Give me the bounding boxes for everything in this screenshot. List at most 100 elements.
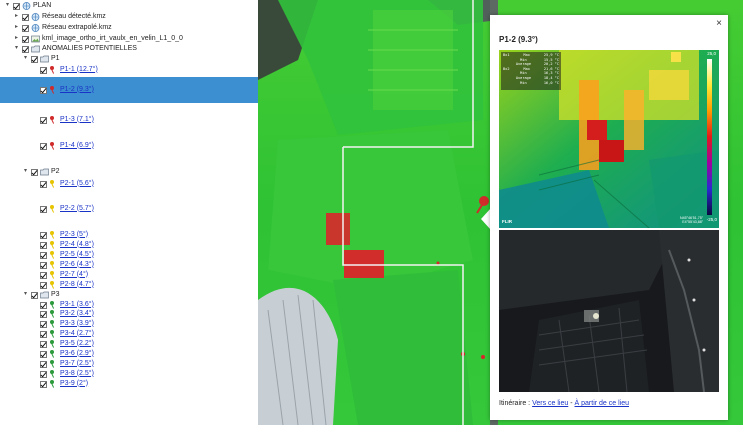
tree-folder-anomalies[interactable]: ▾ ANOMALIES POTENTIELLES <box>0 44 258 54</box>
tree-anomaly-p2-6[interactable]: P2-6 (4.3°) <box>0 260 258 270</box>
tree-anomaly-p2-8[interactable]: P2-8 (4.7°) <box>0 280 258 290</box>
anomaly-popup: × P1-2 (9.3°) Bx1 Max 25,9 °C Min 15,5 °… <box>490 15 728 420</box>
anomaly-link[interactable]: P2-4 (4.8°) <box>60 241 94 248</box>
tree-anomaly-p3-4[interactable]: P3-4 (2.7°) <box>0 329 258 339</box>
visibility-checkbox[interactable] <box>40 361 47 368</box>
tree-anomaly-p2-7[interactable]: P2-7 (4°) <box>0 270 258 280</box>
anomaly-link[interactable]: P2-5 (4.5°) <box>60 251 94 258</box>
tree-anomaly-p1-1[interactable]: P1-1 (12.7°) <box>0 65 258 75</box>
anomaly-link[interactable]: P2-8 (4.7°) <box>60 281 94 288</box>
collapse-icon[interactable]: ▾ <box>13 45 20 52</box>
tree-anomaly-p2-3[interactable]: P2-3 (5°) <box>0 230 258 240</box>
anomaly-link[interactable]: P3-9 (2°) <box>60 380 88 387</box>
expand-icon[interactable]: ▸ <box>13 24 20 31</box>
pushpin-green-icon <box>49 380 55 388</box>
tree-group-p2[interactable]: ▾ P2 <box>0 167 258 177</box>
directions-from-here-link[interactable]: À partir de ce lieu <box>575 400 629 407</box>
pushpin-green-icon <box>49 301 55 309</box>
visibility-checkbox[interactable] <box>40 143 47 150</box>
visibility-checkbox[interactable] <box>13 3 20 10</box>
visibility-checkbox[interactable] <box>40 381 47 388</box>
tree-anomaly-p3-7[interactable]: P3-7 (2.5°) <box>0 359 258 369</box>
anomaly-link[interactable]: P3-3 (3.9°) <box>60 320 94 327</box>
anomaly-link[interactable]: P2-7 (4°) <box>60 271 88 278</box>
visibility-checkbox[interactable] <box>40 341 47 348</box>
tree-anomaly-p2-2[interactable]: P2-2 (5.7°) <box>0 204 258 214</box>
image-layer-icon <box>31 35 40 43</box>
tree-anomaly-p3-2[interactable]: P3-2 (3.4°) <box>0 309 258 319</box>
visibility-checkbox[interactable] <box>40 252 47 259</box>
collapse-icon[interactable]: ▾ <box>22 55 29 62</box>
visibility-checkbox[interactable] <box>22 36 29 43</box>
pushpin-yellow-icon <box>49 261 55 269</box>
anomaly-link[interactable]: P2-1 (5.6°) <box>60 180 94 187</box>
visibility-checkbox[interactable] <box>40 311 47 318</box>
anomaly-link[interactable]: P2-6 (4.3°) <box>60 261 94 268</box>
tree-anomaly-p1-2[interactable]: P1-2 (9.3°) <box>0 77 258 103</box>
tree-group-p1[interactable]: ▾ P1 <box>0 54 258 64</box>
anomaly-link[interactable]: P3-6 (2.9°) <box>60 350 94 357</box>
tree-layer-extrapolated[interactable]: ▸ Réseau extrapolé.kmz <box>0 23 258 33</box>
anomaly-link[interactable]: P1-4 (6.9°) <box>60 142 94 149</box>
anomaly-link[interactable]: P3-4 (2.7°) <box>60 330 94 337</box>
visibility-checkbox[interactable] <box>40 272 47 279</box>
expand-icon[interactable]: ▸ <box>13 13 20 20</box>
tree-anomaly-p1-4[interactable]: P1-4 (6.9°) <box>0 141 258 151</box>
visibility-checkbox[interactable] <box>40 371 47 378</box>
folder-icon <box>40 291 49 299</box>
anomaly-link[interactable]: P3-5 (2.2°) <box>60 340 94 347</box>
visibility-checkbox[interactable] <box>31 56 38 63</box>
tree-anomaly-p1-3[interactable]: P1-3 (7.1°) <box>0 115 258 125</box>
visibility-checkbox[interactable] <box>40 67 47 74</box>
visibility-checkbox[interactable] <box>40 242 47 249</box>
visibility-checkbox[interactable] <box>22 14 29 21</box>
anomaly-link[interactable]: P3-8 (2.5°) <box>60 370 94 377</box>
anomaly-link[interactable]: P1-3 (7.1°) <box>60 116 94 123</box>
anomaly-link[interactable]: P3-2 (3.4°) <box>60 310 94 317</box>
tree-layer-ortho-image[interactable]: ▸ kml_image_ortho_irt_vaulx_en_velin_L1_0… <box>0 34 258 44</box>
visibility-checkbox[interactable] <box>40 331 47 338</box>
visibility-checkbox[interactable] <box>40 321 47 328</box>
close-icon[interactable]: × <box>716 18 722 29</box>
tree-root-plan[interactable]: ▾ PLAN <box>0 1 258 11</box>
tree-label: Réseau extrapolé.kmz <box>42 23 112 31</box>
anomaly-link[interactable]: P2-3 (5°) <box>60 231 88 238</box>
visibility-checkbox[interactable] <box>40 351 47 358</box>
visibility-checkbox[interactable] <box>22 46 29 53</box>
visibility-checkbox[interactable] <box>31 292 38 299</box>
tree-group-p3[interactable]: ▾ P3 <box>0 290 258 300</box>
collapse-icon[interactable]: ▾ <box>22 168 29 175</box>
tree-anomaly-p3-5[interactable]: P3-5 (2.2°) <box>0 339 258 349</box>
visibility-checkbox[interactable] <box>40 282 47 289</box>
anomaly-link[interactable]: P1-1 (12.7°) <box>60 66 98 73</box>
visibility-checkbox[interactable] <box>40 181 47 188</box>
visibility-checkbox[interactable] <box>40 232 47 239</box>
visibility-checkbox[interactable] <box>40 262 47 269</box>
visibility-checkbox[interactable] <box>40 117 47 124</box>
anomaly-link[interactable]: P3-7 (2.5°) <box>60 360 94 367</box>
tree-anomaly-p3-3[interactable]: P3-3 (3.9°) <box>0 319 258 329</box>
anomaly-link[interactable]: P3-1 (3.6°) <box>60 301 94 308</box>
network-layer-icon <box>22 2 31 10</box>
tree-layer-detected[interactable]: ▸ Réseau détecté.kmz <box>0 12 258 22</box>
visibility-checkbox[interactable] <box>40 302 47 309</box>
collapse-icon[interactable]: ▾ <box>22 291 29 298</box>
tree-label: P2 <box>51 167 60 175</box>
tree-anomaly-p3-6[interactable]: P3-6 (2.9°) <box>0 349 258 359</box>
visibility-checkbox[interactable] <box>40 206 47 213</box>
collapse-icon[interactable]: ▾ <box>4 2 11 9</box>
tree-anomaly-p2-4[interactable]: P2-4 (4.8°) <box>0 240 258 250</box>
anomaly-link[interactable]: P2-2 (5.7°) <box>60 205 94 212</box>
tree-anomaly-p2-5[interactable]: P2-5 (4.5°) <box>0 250 258 260</box>
directions-to-here-link[interactable]: Vers ce lieu <box>532 400 568 407</box>
visibility-checkbox[interactable] <box>40 87 47 94</box>
expand-icon[interactable]: ▸ <box>13 35 20 42</box>
tree-anomaly-p3-8[interactable]: P3-8 (2.5°) <box>0 369 258 379</box>
network-layer-icon <box>31 24 40 32</box>
visibility-checkbox[interactable] <box>31 169 38 176</box>
visibility-checkbox[interactable] <box>22 25 29 32</box>
anomaly-link[interactable]: P1-2 (9.3°) <box>60 86 94 93</box>
pushpin-red-icon <box>49 66 55 74</box>
tree-anomaly-p3-9[interactable]: P3-9 (2°) <box>0 379 258 389</box>
tree-anomaly-p2-1[interactable]: P2-1 (5.6°) <box>0 179 258 189</box>
